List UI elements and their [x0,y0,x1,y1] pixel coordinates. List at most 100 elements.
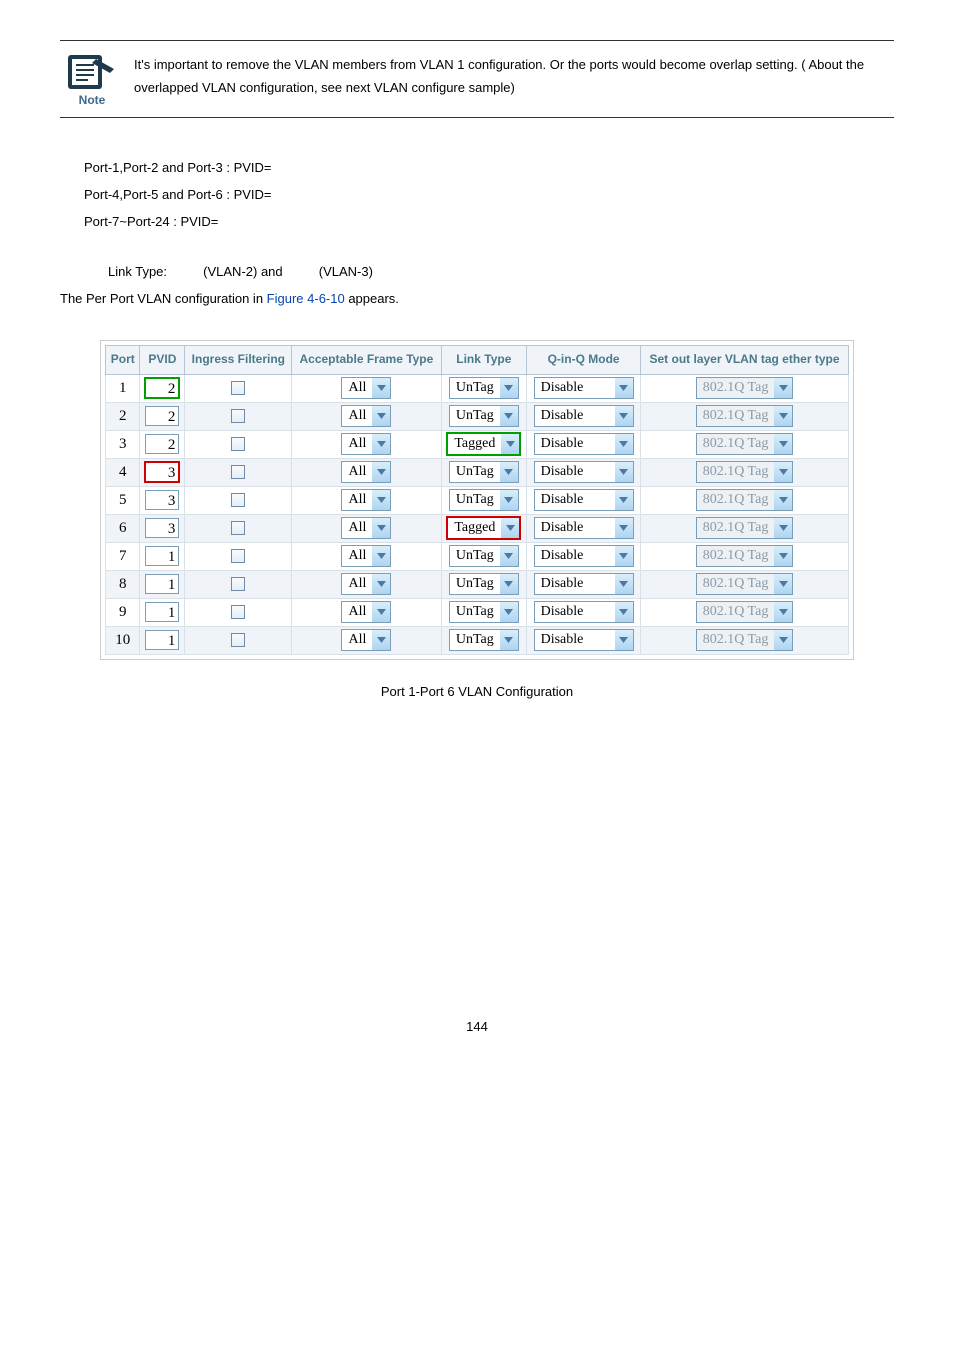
select-control[interactable]: 802.1Q Tag [696,461,794,483]
cell-qinq: Disable [527,598,641,626]
select-control[interactable]: Disable [534,405,634,427]
select-control[interactable]: All [341,405,391,427]
ingress-checkbox[interactable] [231,605,245,619]
vlan-config-table-wrap: Port PVID Ingress Filtering Acceptable F… [100,340,854,660]
pvid-input[interactable]: 1 [145,630,179,650]
select-control[interactable]: Disable [534,377,634,399]
select-label: UnTag [450,492,500,508]
cell-frame: All [292,542,441,570]
cell-ether: 802.1Q Tag [641,430,849,458]
pvid-line: Port-7~Port-24 : PVID= [84,212,894,233]
select-control[interactable]: All [341,377,391,399]
pvid-input[interactable]: 3 [145,518,179,538]
ingress-checkbox[interactable] [231,577,245,591]
select-control[interactable]: Disable [534,461,634,483]
config-line-suffix: appears. [345,291,399,306]
select-control[interactable]: Disable [534,517,634,539]
select-control[interactable]: UnTag [449,377,519,399]
select-label: 802.1Q Tag [697,464,775,480]
chevron-down-icon [774,490,792,510]
chevron-down-icon [774,434,792,454]
cell-ether: 802.1Q Tag [641,570,849,598]
pvid-input[interactable]: 2 [145,378,179,398]
cell-port: 10 [106,626,140,654]
select-label: All [342,408,372,424]
cell-port: 6 [106,514,140,542]
select-control[interactable]: 802.1Q Tag [696,545,794,567]
select-control[interactable]: Disable [534,573,634,595]
ingress-checkbox[interactable] [231,409,245,423]
cell-ether: 802.1Q Tag [641,514,849,542]
cell-frame: All [292,402,441,430]
pvid-input[interactable]: 3 [145,462,179,482]
select-control[interactable]: Tagged [447,433,520,455]
select-control[interactable]: UnTag [449,405,519,427]
select-control[interactable]: All [341,489,391,511]
select-control[interactable]: UnTag [449,629,519,651]
select-label: Disable [535,520,615,536]
cell-pvid: 3 [140,514,185,542]
cell-linktype: UnTag [441,626,527,654]
ingress-checkbox[interactable] [231,465,245,479]
select-control[interactable]: 802.1Q Tag [696,629,794,651]
ingress-checkbox[interactable] [231,521,245,535]
cell-ingress [185,458,292,486]
select-control[interactable]: UnTag [449,573,519,595]
cell-linktype: UnTag [441,486,527,514]
select-control[interactable]: 802.1Q Tag [696,433,794,455]
cell-ingress [185,514,292,542]
cell-linktype: UnTag [441,458,527,486]
select-control[interactable]: 802.1Q Tag [696,517,794,539]
select-control[interactable]: Disable [534,545,634,567]
cell-qinq: Disable [527,570,641,598]
select-control[interactable]: All [341,517,391,539]
cell-ingress [185,598,292,626]
select-control[interactable]: Disable [534,601,634,623]
select-control[interactable]: All [341,545,391,567]
select-control[interactable]: UnTag [449,601,519,623]
pvid-input[interactable]: 3 [145,490,179,510]
select-control[interactable]: All [341,573,391,595]
select-control[interactable]: All [341,629,391,651]
pvid-input[interactable]: 2 [145,434,179,454]
cell-port: 1 [106,374,140,402]
select-label: 802.1Q Tag [697,632,775,648]
select-control[interactable]: Disable [534,629,634,651]
chevron-down-icon [615,546,633,566]
select-control[interactable]: Tagged [447,517,520,539]
select-control[interactable]: 802.1Q Tag [696,377,794,399]
select-label: Disable [535,576,615,592]
select-label: All [342,604,372,620]
link-type-part2: (VLAN-3) [319,264,373,279]
select-control[interactable]: Disable [534,489,634,511]
select-control[interactable]: 802.1Q Tag [696,489,794,511]
select-control[interactable]: All [341,601,391,623]
note-icon: Note [60,47,124,111]
select-control[interactable]: All [341,461,391,483]
ingress-checkbox[interactable] [231,381,245,395]
ingress-checkbox[interactable] [231,493,245,507]
col-qinq: Q-in-Q Mode [527,345,641,374]
cell-ingress [185,402,292,430]
select-control[interactable]: All [341,433,391,455]
select-label: UnTag [450,464,500,480]
select-control[interactable]: UnTag [449,489,519,511]
select-control[interactable]: UnTag [449,545,519,567]
select-control[interactable]: 802.1Q Tag [696,601,794,623]
select-control[interactable]: 802.1Q Tag [696,573,794,595]
chevron-down-icon [372,462,390,482]
pvid-input[interactable]: 1 [145,546,179,566]
select-control[interactable]: UnTag [449,461,519,483]
cell-qinq: Disable [527,626,641,654]
pvid-input[interactable]: 1 [145,602,179,622]
pvid-input[interactable]: 2 [145,406,179,426]
ingress-checkbox[interactable] [231,437,245,451]
select-label: Disable [535,408,615,424]
ingress-checkbox[interactable] [231,549,245,563]
pvid-input[interactable]: 1 [145,574,179,594]
ingress-checkbox[interactable] [231,633,245,647]
select-control[interactable]: 802.1Q Tag [696,405,794,427]
select-control[interactable]: Disable [534,433,634,455]
cell-qinq: Disable [527,486,641,514]
cell-ingress [185,486,292,514]
